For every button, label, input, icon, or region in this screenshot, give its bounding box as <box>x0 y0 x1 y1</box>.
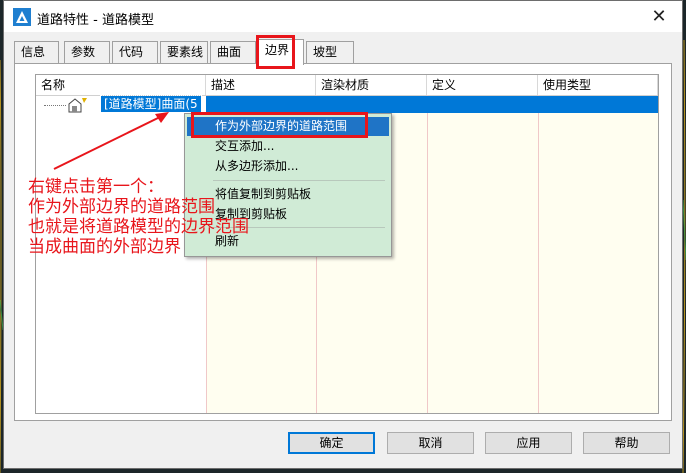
annotation-line: 也就是将道路模型的边界范围 <box>28 217 249 237</box>
annotation-line: 右键点击第一个： <box>28 177 164 197</box>
annotation-text: 右键点击第一个： 作为外部边界的道路范围 也就是将道路模型的边界范围 当成曲面的… <box>28 177 249 257</box>
annotation-line: 作为外部边界的道路范围 <box>28 197 215 217</box>
road-properties-dialog: 道路特性 - 道路模型 ✕ 信息 参数 代码 要素线 曲面 边界 坡型 名称 描… <box>3 0 683 469</box>
annotation-line: 当成曲面的外部边界 <box>28 237 181 257</box>
